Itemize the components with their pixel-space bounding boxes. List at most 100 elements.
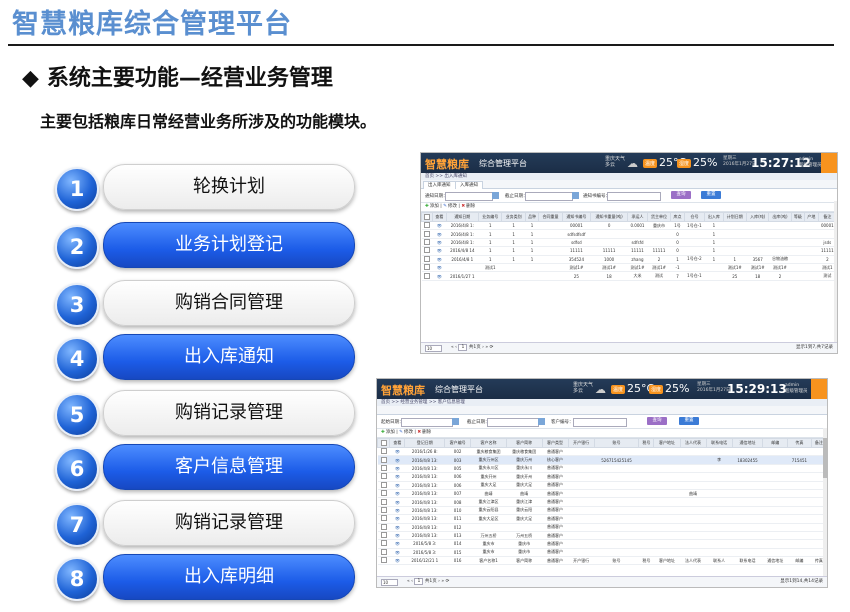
calendar-icon[interactable] [538,418,545,425]
menu-item-label[interactable]: 业务计划登记 [103,222,355,268]
column-header[interactable]: 联系电话 [705,438,733,448]
menu-item-5[interactable]: 5 购销记录管理 [55,390,365,437]
view-icon[interactable]: 👁 [395,525,400,530]
table-row[interactable]: 👁 2016/4/8 13: 003 重庆万州区 重庆万州 核心客户 52671542514… [377,455,827,465]
menu-item-label[interactable]: 出入库通知 [103,334,355,380]
page-input[interactable]: 1 [414,578,424,585]
user-info[interactable]: admin 超级管理员 [785,383,808,395]
row-checkbox[interactable] [424,230,431,237]
page-input[interactable]: 1 [458,344,468,351]
tab-in-notice[interactable]: 入库通知 [455,181,483,189]
reset-button[interactable]: 重置 [679,417,699,425]
column-header[interactable]: 通知日期 [445,212,480,222]
menu-item-label[interactable]: 购销记录管理 [103,390,355,436]
query-button[interactable]: 查询 [647,417,667,425]
page-size-select[interactable]: 10 [425,345,442,352]
column-header[interactable]: 客户地址 [653,438,681,448]
row-checkbox[interactable] [380,548,387,555]
menu-item-6[interactable]: 6 客户信息管理 [55,444,365,491]
view-icon[interactable]: 👁 [437,248,442,253]
column-header[interactable]: 通信地址 [731,438,764,448]
view-icon[interactable]: 👁 [395,466,400,471]
view-icon[interactable]: 👁 [395,550,400,555]
calendar-icon[interactable] [492,192,499,199]
column-header[interactable]: 业务编号 [478,212,503,222]
table-row[interactable]: 👁 2016/12/21 1 016 客户名称1 客户简称 普通客户 开户银行 账号 税号 客户地… [377,556,827,566]
view-icon[interactable]: 👁 [395,533,400,538]
reset-button[interactable]: 重置 [701,191,721,199]
column-header[interactable]: 登记日期 [404,438,446,448]
exit-button[interactable] [821,153,837,173]
table-row[interactable]: 👁 2016/4/8 13: 011 重庆大足区 重庆大足 普通客户 [377,514,827,524]
column-header[interactable]: 邮编 [762,438,789,448]
menu-item-label[interactable]: 出入库明细 [103,554,355,600]
view-icon[interactable]: 👁 [395,458,400,463]
column-header[interactable]: 等级 [790,212,806,222]
row-checkbox[interactable] [380,448,387,455]
column-header[interactable]: 法人代表 [679,438,707,448]
view-icon[interactable]: 👁 [395,449,400,454]
menu-item-label[interactable]: 客户信息管理 [103,444,355,490]
row-checkbox[interactable] [424,272,431,279]
row-checkbox[interactable] [380,456,387,463]
table-row[interactable]: 👁 2016/5/8 3: 015 重庆市 重庆市 普通客户 [377,548,827,558]
table-row[interactable]: 👁 2016/4/8 1: 1 1 1 sdfsdfsdf 0 1 [421,229,837,239]
column-header[interactable]: 查看 [389,438,406,448]
column-header[interactable]: 账号 [593,438,640,448]
edit-button[interactable]: ✎修改 [443,204,457,209]
column-header[interactable] [421,212,434,222]
view-icon[interactable]: 👁 [437,265,442,270]
row-checkbox[interactable] [380,523,387,530]
column-header[interactable]: 业务类别 [501,212,526,222]
select-all-checkbox[interactable] [424,213,431,220]
table-row[interactable]: 👁 2016/4/8 13: 010 重庆云阳县 重庆云阳 普通客户 [377,506,827,516]
table-row[interactable]: 👁 2016/4/8 14 1 1 1 11111 11111 11111 11111 0 1 111… [421,246,837,256]
table-row[interactable]: 👁 测试1 测试1# 测试1# 测试1# 测试1# -1 测试1# 测试1# 测试1# 测试1 [421,263,837,273]
row-checkbox[interactable] [380,481,387,488]
view-icon[interactable]: 👁 [437,240,442,245]
select-all-checkbox[interactable] [380,439,387,446]
menu-item-7[interactable]: 7 购销记录管理 [55,500,365,547]
table-row[interactable]: 👁 2016/4/8 1: 1 1 1 sdfsd sdfsfd 0 1 jsds [421,238,837,248]
table-row[interactable]: 👁 2016/4/8 13: 008 重庆江津区 重庆江津 普通客户 [377,497,827,507]
view-icon[interactable]: 👁 [395,508,400,513]
delete-button[interactable]: ✖删除 [417,430,431,435]
view-icon[interactable]: 👁 [437,232,442,237]
calendar-icon[interactable] [452,418,459,425]
column-header[interactable]: 承运人 [627,212,648,222]
calendar-icon[interactable] [572,192,579,199]
row-checkbox[interactable] [380,515,387,522]
column-header[interactable]: 通知书重量(吨) [590,212,629,222]
add-button[interactable]: ✚添加 [425,204,439,209]
view-icon[interactable]: 👁 [437,257,442,262]
view-icon[interactable]: 👁 [395,558,400,563]
table-row[interactable]: 👁 2016/4/8 13: 007 曲靖 曲靖 普通客户 曲靖 [377,489,827,499]
table-row[interactable]: 👁 2016/4/8 13: 012 普通客户 [377,523,827,532]
delete-button[interactable]: ✖删除 [461,204,475,209]
menu-item-8[interactable]: 8 出入库明细 [55,554,365,601]
column-header[interactable]: 计划日期 [722,212,748,222]
menu-item-3[interactable]: 3 购销合同管理 [55,280,365,327]
table-row[interactable]: 👁 2016/4/8 1 1 1 1 354524 1000 zhang 2 1 1号仓-2 1 1 35… [421,255,837,264]
column-header[interactable]: 客户类型 [541,438,569,448]
column-header[interactable]: 税号 [638,438,655,448]
view-icon[interactable]: 👁 [437,274,442,279]
row-checkbox[interactable] [380,490,387,497]
menu-item-4[interactable]: 4 出入库通知 [55,334,365,381]
row-checkbox[interactable] [380,498,387,505]
row-checkbox[interactable] [380,473,387,480]
view-icon[interactable]: 👁 [395,483,400,488]
column-header[interactable]: 出库(吨) [768,212,792,222]
row-checkbox[interactable] [380,532,387,539]
table-row[interactable]: 👁 2016/4/8 13: 006 重庆大足 重庆大足 普通客户 [377,481,827,490]
start-date-input[interactable] [401,418,453,427]
column-header[interactable]: 通知书编号 [561,212,592,222]
start-date-input[interactable] [445,192,493,201]
row-checkbox[interactable] [380,506,387,513]
column-header[interactable]: 开户银行 [567,438,595,448]
view-icon[interactable]: 👁 [395,500,400,505]
view-icon[interactable]: 👁 [395,541,400,546]
view-icon[interactable]: 👁 [395,516,400,521]
row-checkbox[interactable] [380,557,387,564]
view-icon[interactable]: 👁 [395,491,400,496]
